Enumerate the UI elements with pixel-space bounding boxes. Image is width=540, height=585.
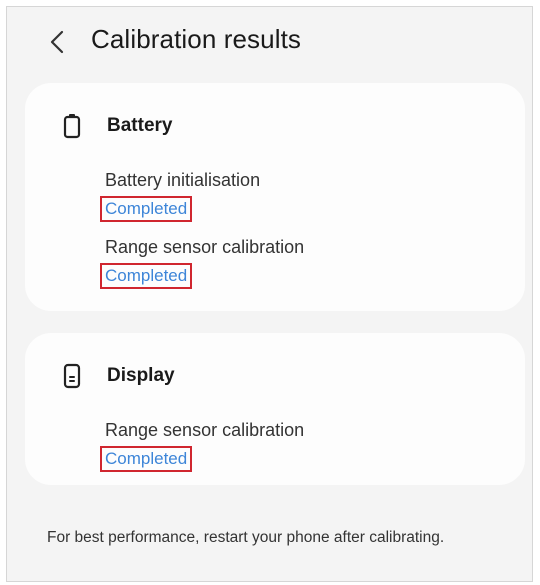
item-label: Range sensor calibration	[105, 237, 305, 257]
back-button[interactable]	[43, 27, 73, 57]
page-title: Calibration results	[91, 24, 301, 54]
item-label: Battery initialisation	[105, 170, 261, 190]
battery-icon	[61, 113, 83, 139]
battery-card: Battery Battery initialisation Completed…	[25, 83, 525, 311]
battery-initialisation-item[interactable]: Battery initialisation Completed	[100, 169, 261, 222]
calibration-results-screen: Calibration results Battery Battery init…	[6, 6, 533, 582]
battery-range-sensor-item[interactable]: Range sensor calibration Completed	[100, 236, 305, 289]
display-card: Display Range sensor calibration Complet…	[25, 333, 525, 485]
display-range-sensor-item[interactable]: Range sensor calibration Completed	[100, 419, 305, 472]
chevron-left-icon	[50, 30, 64, 54]
status-text: Completed	[100, 196, 193, 222]
footer-note: For best performance, restart your phone…	[47, 529, 445, 546]
battery-card-header: Battery	[61, 113, 172, 139]
phone-display-icon	[61, 363, 83, 389]
status-text: Completed	[100, 446, 193, 472]
battery-card-title: Battery	[107, 115, 173, 136]
display-card-header: Display	[61, 363, 175, 389]
app-bar: Calibration results	[7, 7, 532, 77]
display-card-title: Display	[107, 365, 175, 386]
status-text: Completed	[100, 263, 193, 289]
item-label: Range sensor calibration	[105, 420, 305, 440]
